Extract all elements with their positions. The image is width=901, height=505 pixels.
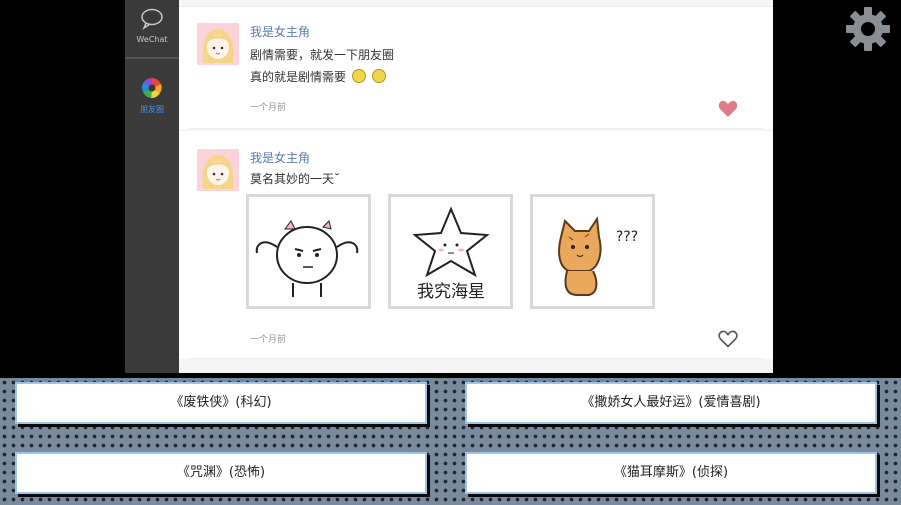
sidebar-item-label: 朋友圈 [140,105,164,114]
post-divider [189,358,763,359]
girl-avatar-icon [197,23,239,65]
sidebar-item-wechat[interactable]: WeChat [125,8,179,44]
moments-feed: 我是女主角 剧情需要，就发一下朋友圈 真的就是剧情需要 一个月前 我是女主角 莫… [179,0,773,373]
sidebar-item-moments[interactable]: 朋友圈 [125,77,179,115]
confused-cat-sticker-icon: ??? [558,216,638,296]
sidebar: WeChat 朋友圈 [125,0,179,373]
choice-button[interactable]: 《撒娇女人最好运》(爱情喜剧) [465,382,877,424]
post-timestamp: 一个月前 [250,103,287,113]
sticker-caption: 我究海星 [417,282,485,302]
poster-name[interactable]: 我是女主角 [250,23,310,40]
choice-button[interactable]: 《废铁侠》(科幻) [15,382,427,424]
girl-with-pigtails-sticker-icon [255,220,359,297]
post-photo[interactable]: ??? [530,194,655,309]
girl-avatar-icon [197,149,239,191]
smile-emoji-icon [371,69,386,83]
moment-post: 我是女主角 莫名其妙的一天˘ 我究海星 ??? 一个月前 [179,131,773,359]
sidebar-divider [125,57,179,59]
post-text-line: 真的就是剧情需要 [250,68,386,85]
avatar[interactable] [197,149,239,191]
phone-screen: WeChat 朋友圈 我是女主角 剧情需要，就发一下朋友圈 真的就是剧情需要 一… [125,0,773,373]
post-timestamp: 一个月前 [250,335,287,345]
post-photo[interactable] [246,194,371,309]
sidebar-item-label: WeChat [136,35,168,44]
heart-outline-icon[interactable] [718,330,738,348]
moment-post: 我是女主角 剧情需要，就发一下朋友圈 真的就是剧情需要 一个月前 [179,6,773,129]
post-divider [189,128,763,129]
sticker-caption: ??? [616,229,638,245]
gear-icon[interactable] [845,6,891,52]
choice-button[interactable]: 《猫耳摩斯》(侦探) [465,452,877,494]
choice-button[interactable]: 《咒渊》(恐怖) [15,452,427,494]
post-photo[interactable]: 我究海星 [388,194,513,309]
star-sticker-icon: 我究海星 [412,206,490,302]
post-text: 真的就是剧情需要 [250,70,347,84]
smile-emoji-icon [351,69,366,83]
moments-aperture-icon [142,78,162,99]
avatar[interactable] [197,23,239,65]
poster-name[interactable]: 我是女主角 [250,149,310,166]
post-text-line: 莫名其妙的一天˘ [250,172,341,186]
heart-filled-icon[interactable] [718,100,738,118]
choice-panel: 《废铁侠》(科幻) 《撒娇女人最好运》(爱情喜剧) 《咒渊》(恐怖) 《猫耳摩斯… [0,378,901,505]
chat-bubble-icon [141,8,163,30]
post-text-line: 剧情需要，就发一下朋友圈 [250,48,395,62]
